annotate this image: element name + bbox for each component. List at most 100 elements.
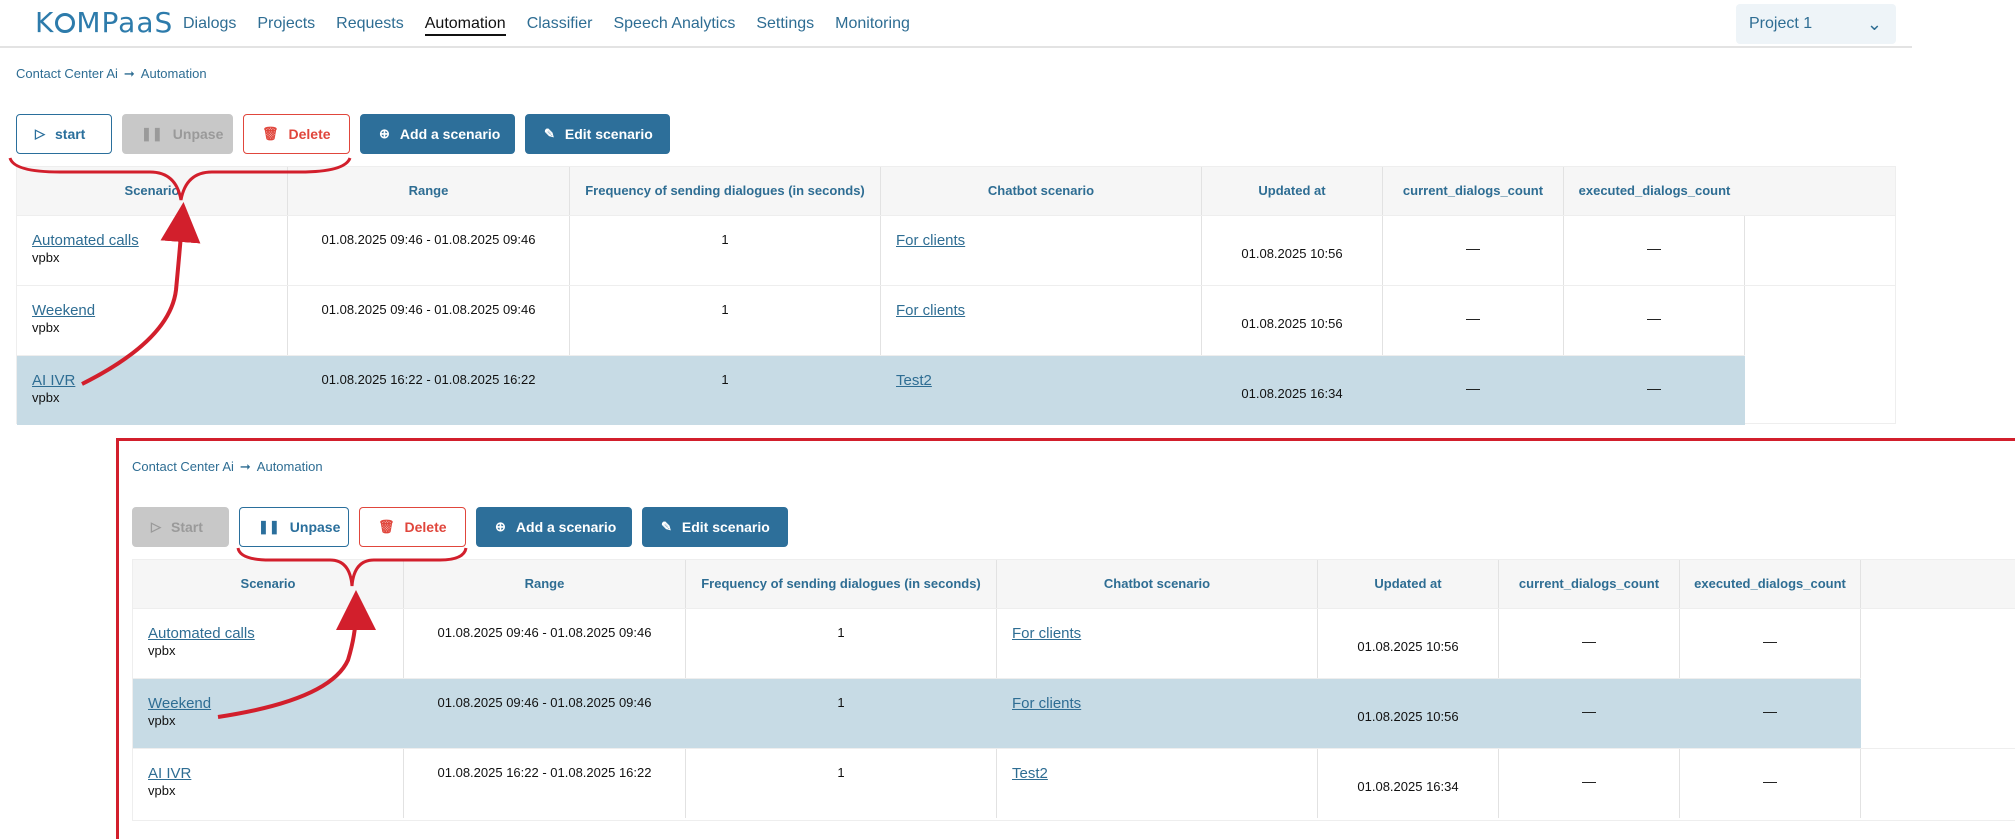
scenarios-table: Scenario Range Frequency of sending dial… xyxy=(16,166,1896,425)
col-updated[interactable]: Updated at xyxy=(1202,167,1383,215)
add-scenario-button[interactable]: ⊕ Add a scenario xyxy=(476,507,632,547)
table-row[interactable]: Automated calls vpbx 01.08.2025 09:46 - … xyxy=(133,608,2015,678)
nav-classifier[interactable]: Classifier xyxy=(527,0,593,48)
nav-dialogs[interactable]: Dialogs xyxy=(183,0,236,48)
col-executed-count[interactable]: executed_dialogs_count xyxy=(1564,167,1745,215)
nav-automation[interactable]: Automation xyxy=(424,0,506,48)
cell-scenario: Automated calls vpbx xyxy=(17,216,288,285)
cell-frequency: 1 xyxy=(570,216,881,285)
table-row[interactable]: AI IVR vpbx 01.08.2025 16:22 - 01.08.202… xyxy=(133,748,2015,818)
table-row[interactable]: Weekend vpbx 01.08.2025 09:46 - 01.08.20… xyxy=(17,285,1895,355)
start-button[interactable]: ▷ start xyxy=(16,114,112,154)
cell-executed-count: — xyxy=(1564,216,1745,285)
col-scenario[interactable]: Scenario xyxy=(17,167,288,215)
trash-icon: 🗑 xyxy=(378,519,395,534)
scenario-link[interactable]: AI IVR xyxy=(148,765,191,782)
nav-settings[interactable]: Settings xyxy=(756,0,814,48)
edit-scenario-button[interactable]: ✎ Edit scenario xyxy=(525,114,670,154)
edit-scenario-label: Edit scenario xyxy=(681,519,770,535)
scenario-link[interactable]: Automated calls xyxy=(32,232,139,249)
pencil-icon: ✎ xyxy=(544,126,555,141)
delete-button[interactable]: 🗑 Delete xyxy=(243,114,350,154)
scenario-type: vpbx xyxy=(148,643,176,658)
pause-icon: ❚❚ xyxy=(258,519,280,534)
cell-range: 01.08.2025 09:46 - 01.08.2025 09:46 xyxy=(288,286,570,355)
project-select-value: Project 1 xyxy=(1749,15,1813,32)
col-range[interactable]: Range xyxy=(404,560,686,608)
nav-monitoring[interactable]: Monitoring xyxy=(835,0,910,48)
nav-speech-analytics[interactable]: Speech Analytics xyxy=(613,0,735,48)
start-button-label: Start xyxy=(171,519,203,535)
unpause-button[interactable]: ❚❚ Unpase xyxy=(122,114,233,154)
breadcrumb-current: Automation xyxy=(140,66,207,81)
cell-updated: 01.08.2025 10:56 xyxy=(1202,286,1383,355)
main-nav: Dialogs Projects Requests Automation Cla… xyxy=(183,0,931,48)
scenarios-table: Scenario Range Frequency of sending dial… xyxy=(132,559,2015,821)
plus-circle-icon: ⊕ xyxy=(495,519,506,534)
edit-scenario-button[interactable]: ✎ Edit scenario xyxy=(642,507,788,547)
chatbot-link[interactable]: For clients xyxy=(1012,695,1081,712)
project-select[interactable]: Project 1 ⌄ xyxy=(1736,4,1896,44)
app-logo[interactable]: K MPaaS xyxy=(35,6,173,39)
cell-updated: 01.08.2025 10:56 xyxy=(1357,709,1459,724)
table-row[interactable]: Automated calls vpbx 01.08.2025 09:46 - … xyxy=(17,215,1895,285)
unpause-button-label: Unpase xyxy=(289,519,341,535)
chatbot-link[interactable]: For clients xyxy=(896,232,965,249)
cell-range: 01.08.2025 09:46 - 01.08.2025 09:46 xyxy=(404,609,686,678)
scenario-type: vpbx xyxy=(148,713,176,728)
col-range[interactable]: Range xyxy=(288,167,570,215)
chatbot-link[interactable]: Test2 xyxy=(896,372,932,389)
breadcrumb-root[interactable]: Contact Center Ai xyxy=(132,459,234,474)
nav-requests[interactable]: Requests xyxy=(336,0,404,48)
scenario-type: vpbx xyxy=(148,783,176,798)
cell-range: 01.08.2025 09:46 - 01.08.2025 09:46 xyxy=(288,216,570,285)
cell-current-count: — xyxy=(1582,703,1596,719)
delete-button-label: Delete xyxy=(288,126,331,142)
cell-current-count: — xyxy=(1466,380,1480,396)
scenario-link[interactable]: AI IVR xyxy=(32,372,75,389)
scenario-link[interactable]: Weekend xyxy=(148,695,211,712)
cell-chatbot: For clients xyxy=(881,216,1202,285)
table-header: Scenario Range Frequency of sending dial… xyxy=(133,560,2015,608)
scenario-link[interactable]: Automated calls xyxy=(148,625,255,642)
scenario-toolbar: ▷ Start ❚❚ Unpase 🗑 Delete ⊕ Add a scenario … xyxy=(132,507,798,547)
delete-button[interactable]: 🗑 Delete xyxy=(359,507,466,547)
nav-projects[interactable]: Projects xyxy=(257,0,315,48)
col-chatbot[interactable]: Chatbot scenario xyxy=(881,167,1202,215)
start-button[interactable]: ▷ Start xyxy=(132,507,229,547)
unpause-button[interactable]: ❚❚ Unpase xyxy=(239,507,349,547)
col-executed-count[interactable]: executed_dialogs_count xyxy=(1680,560,1861,608)
pause-icon: ❚❚ xyxy=(141,126,163,141)
col-current-count[interactable]: current_dialogs_count xyxy=(1499,560,1680,608)
cell-range: 01.08.2025 09:46 - 01.08.2025 09:46 xyxy=(437,695,652,710)
breadcrumb: Contact Center Ai ➞ Automation xyxy=(16,66,207,82)
col-frequency[interactable]: Frequency of sending dialogues (in secon… xyxy=(570,167,881,215)
add-scenario-button[interactable]: ⊕ Add a scenario xyxy=(360,114,515,154)
cell-frequency: 1 xyxy=(570,286,881,355)
unpause-button-label: Unpase xyxy=(172,126,224,142)
cell-current-count: — xyxy=(1499,609,1680,678)
col-current-count[interactable]: current_dialogs_count xyxy=(1383,167,1564,215)
scenario-link[interactable]: Weekend xyxy=(32,302,95,319)
col-scenario[interactable]: Scenario xyxy=(133,560,404,608)
chatbot-link[interactable]: Test2 xyxy=(1012,765,1048,782)
chevron-down-icon: ⌄ xyxy=(1866,14,1882,34)
cell-executed-count: — xyxy=(1763,703,1777,719)
table-row-selected[interactable]: Weekend vpbx 01.08.2025 09:46 - 01.08.20… xyxy=(133,678,1861,748)
col-frequency[interactable]: Frequency of sending dialogues (in secon… xyxy=(686,560,997,608)
cell-current-count: — xyxy=(1383,216,1564,285)
cell-scenario: AI IVR vpbx xyxy=(133,749,404,818)
chatbot-link[interactable]: For clients xyxy=(896,302,965,319)
cell-current-count: — xyxy=(1383,286,1564,355)
cell-executed-count: — xyxy=(1647,380,1661,396)
cell-frequency: 1 xyxy=(837,695,845,710)
chatbot-link[interactable]: For clients xyxy=(1012,625,1081,642)
col-chatbot[interactable]: Chatbot scenario xyxy=(997,560,1318,608)
col-updated[interactable]: Updated at xyxy=(1318,560,1499,608)
scenario-toolbar: ▷ start ❚❚ Unpase 🗑 Delete ⊕ Add a scenario … xyxy=(16,114,680,154)
cell-executed-count: — xyxy=(1680,609,1861,678)
plus-circle-icon: ⊕ xyxy=(379,126,390,141)
table-row-selected[interactable]: AI IVR vpbx 01.08.2025 16:22 - 01.08.202… xyxy=(17,355,1745,425)
breadcrumb-root[interactable]: Contact Center Ai xyxy=(16,66,118,81)
trash-icon: 🗑 xyxy=(262,126,279,141)
